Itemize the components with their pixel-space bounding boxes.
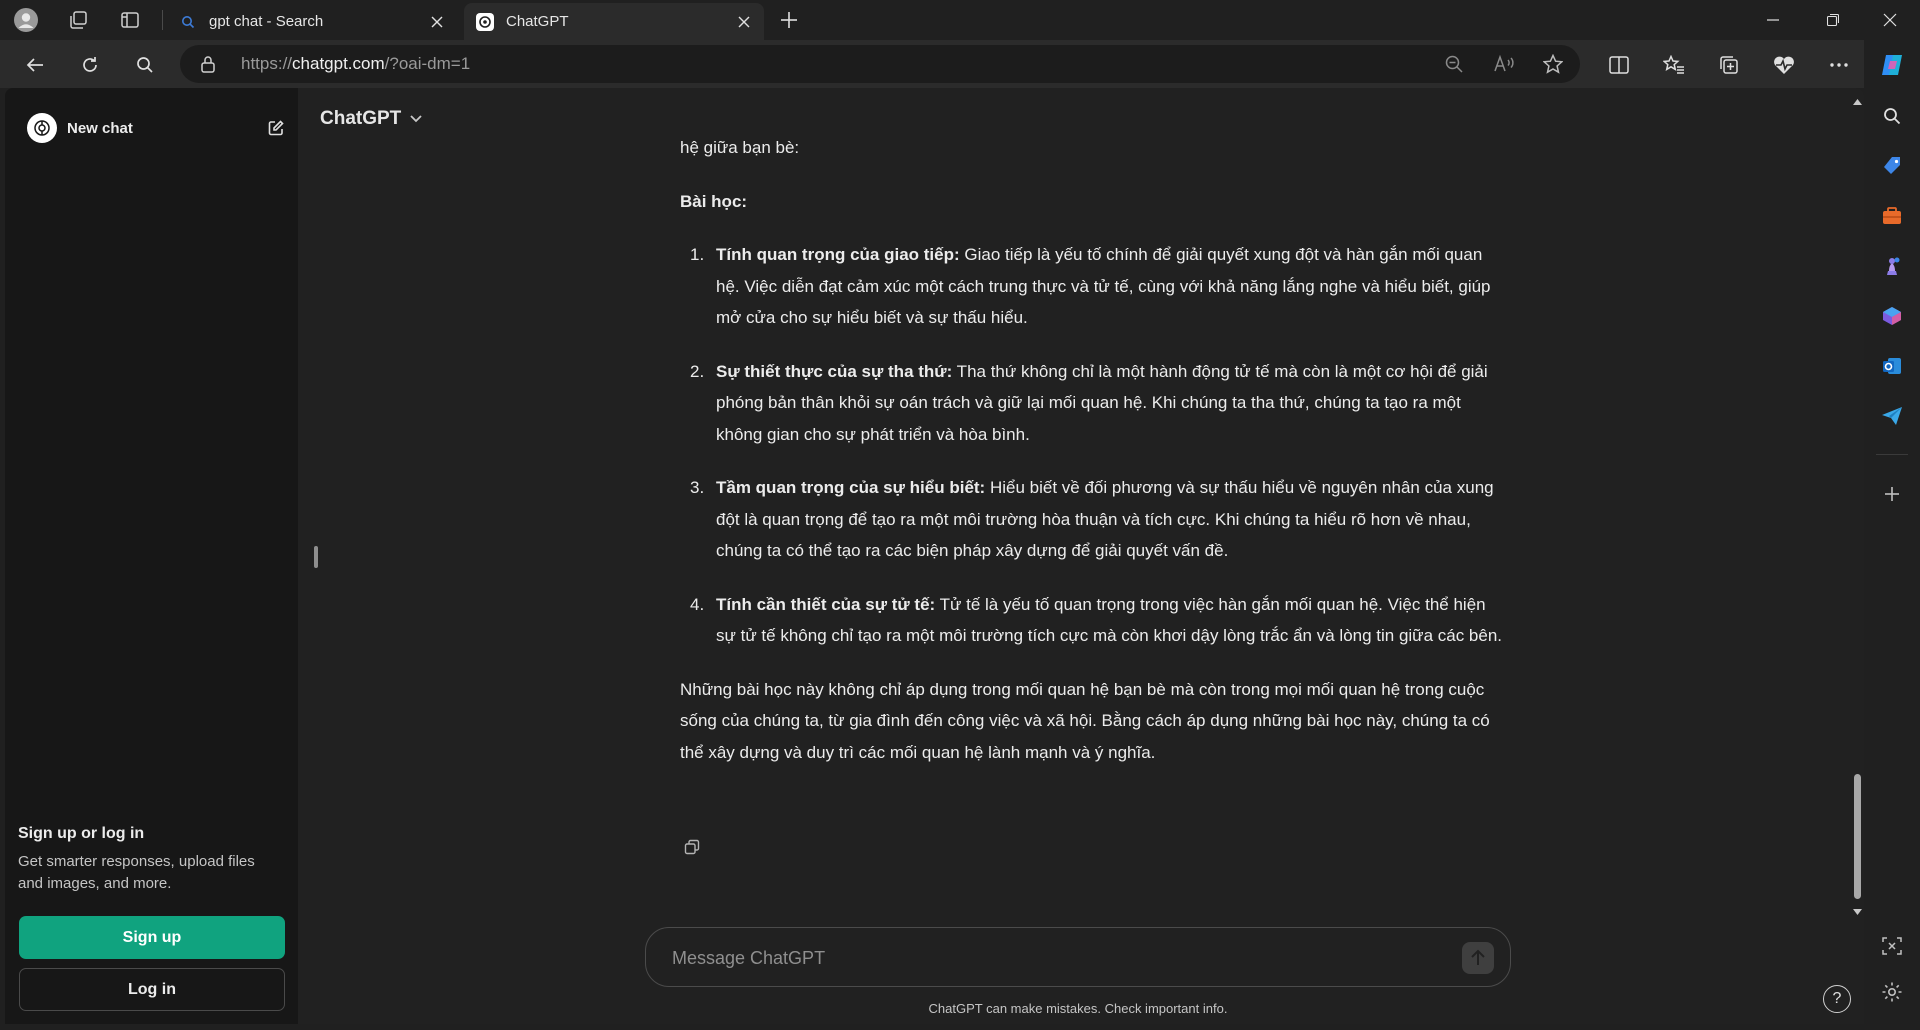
browser-essentials-icon[interactable] bbox=[1769, 50, 1799, 80]
screenshot-capture-icon[interactable] bbox=[1880, 934, 1904, 958]
chatgpt-page: New chat Sign up or log in Get smarter r… bbox=[5, 88, 1864, 1024]
message-conclusion: Những bài học này không chỉ áp dụng tron… bbox=[680, 679, 1490, 762]
url-text: https://chatgpt.com/?oai-dm=1 bbox=[241, 54, 471, 73]
list-item: 4. Tính cần thiết của sự tử tế: Tử tế là… bbox=[690, 594, 1503, 646]
vertical-tabs-icon[interactable] bbox=[118, 8, 142, 32]
sidebar-collapse-handle[interactable] bbox=[314, 546, 318, 568]
new-tab-plus-icon[interactable] bbox=[777, 8, 801, 32]
chat-sidebar: New chat Sign up or log in Get smarter r… bbox=[5, 88, 298, 1024]
new-chat-label: New chat bbox=[67, 119, 133, 137]
new-chat-button[interactable]: New chat bbox=[27, 108, 287, 148]
split-screen-icon[interactable] bbox=[1604, 50, 1634, 80]
compose-edit-icon[interactable] bbox=[265, 117, 287, 139]
search-icon bbox=[179, 13, 197, 31]
tab-label: gpt chat - Search bbox=[209, 13, 324, 30]
collections-icon[interactable] bbox=[1714, 50, 1744, 80]
outlook-icon[interactable] bbox=[1880, 354, 1904, 378]
more-options-icon[interactable] bbox=[1824, 50, 1854, 80]
copilot-icon[interactable] bbox=[1877, 50, 1907, 80]
assistant-message: ... ... ... ... ... ... hệ giữa bạn bè: … bbox=[680, 122, 1510, 790]
minimize-icon[interactable] bbox=[1745, 0, 1801, 40]
favorite-star-icon[interactable] bbox=[1542, 53, 1564, 75]
scroll-up-arrow-icon[interactable] bbox=[1853, 92, 1862, 110]
tools-briefcase-icon[interactable] bbox=[1880, 204, 1904, 228]
clipped-text-line: ... ... ... ... ... ... bbox=[680, 122, 789, 134]
help-question-icon[interactable]: ? bbox=[1823, 985, 1851, 1013]
log-in-button[interactable]: Log in bbox=[19, 968, 285, 1011]
profile-avatar-icon[interactable] bbox=[14, 8, 38, 32]
settings-gear-icon[interactable] bbox=[1880, 980, 1904, 1004]
list-item-title: Sự thiết thực của sự tha thứ: bbox=[716, 361, 953, 381]
back-arrow-icon[interactable] bbox=[20, 50, 50, 80]
sidebar-divider bbox=[1876, 454, 1908, 455]
favorites-icon[interactable] bbox=[1659, 50, 1689, 80]
model-label: ChatGPT bbox=[320, 108, 402, 129]
close-icon[interactable] bbox=[429, 14, 445, 30]
openai-logo-icon bbox=[476, 12, 494, 31]
list-item-title: Tầm quan trọng của sự hiểu biết: bbox=[716, 478, 986, 497]
tab-gpt-chat-search[interactable]: gpt chat - Search bbox=[167, 3, 457, 40]
list-item-title: Tính cần thiết của sự tử tế: bbox=[716, 594, 936, 614]
restore-icon[interactable] bbox=[1805, 0, 1861, 40]
scrollbar[interactable] bbox=[1850, 88, 1864, 920]
message-composer bbox=[645, 927, 1511, 987]
address-bar[interactable]: https://chatgpt.com/?oai-dm=1 bbox=[180, 45, 1580, 83]
sign-up-button[interactable]: Sign up bbox=[19, 916, 285, 959]
copy-icon[interactable] bbox=[682, 837, 702, 857]
close-icon[interactable] bbox=[736, 14, 752, 30]
tab-chatgpt[interactable]: ChatGPT bbox=[464, 3, 764, 40]
list-item: 2. Sự thiết thực của sự tha thứ: Tha thứ… bbox=[690, 361, 1488, 444]
search-icon[interactable] bbox=[130, 50, 160, 80]
browser-toolbar: https://chatgpt.com/?oai-dm=1 bbox=[0, 40, 1920, 88]
workspaces-icon[interactable] bbox=[66, 8, 90, 32]
browser-titlebar: gpt chat - Search ChatGPT bbox=[0, 0, 1920, 40]
message-intro-tail: hệ giữa bạn bè: bbox=[680, 138, 800, 157]
signup-prompt: Sign up or log in Get smarter responses,… bbox=[18, 825, 288, 895]
zoom-out-icon[interactable] bbox=[1443, 53, 1465, 75]
edge-sidebar bbox=[1864, 40, 1920, 1030]
signup-description: Get smarter responses, upload files and … bbox=[18, 853, 255, 892]
signup-title: Sign up or log in bbox=[18, 825, 145, 842]
list-item: 1. Tính quan trọng của giao tiếp: Giao t… bbox=[690, 245, 1491, 327]
tab-divider bbox=[162, 10, 163, 30]
refresh-icon[interactable] bbox=[75, 50, 105, 80]
send-button[interactable] bbox=[1462, 942, 1494, 974]
scrollbar-thumb[interactable] bbox=[1854, 774, 1861, 899]
add-plus-icon[interactable] bbox=[1880, 482, 1904, 506]
list-item-title: Tính quan trọng của giao tiếp: bbox=[716, 245, 960, 264]
shopping-tag-icon[interactable] bbox=[1880, 154, 1904, 178]
microsoft-365-icon[interactable] bbox=[1880, 304, 1904, 328]
games-chess-icon[interactable] bbox=[1880, 254, 1904, 278]
disclaimer-text: ChatGPT can make mistakes. Check importa… bbox=[928, 1001, 1228, 1016]
message-heading: Bài học: bbox=[680, 191, 748, 211]
sidebar-search-icon[interactable] bbox=[1880, 104, 1904, 128]
message-input[interactable] bbox=[672, 944, 1432, 972]
lessons-list: 1. Tính quan trọng của giao tiếp: Giao t… bbox=[680, 239, 1510, 652]
openai-logo-icon bbox=[27, 113, 57, 143]
list-item: 3. Tầm quan trọng của sự hiểu biết: Hiểu… bbox=[690, 478, 1494, 560]
scroll-down-arrow-icon[interactable] bbox=[1853, 902, 1862, 920]
model-selector[interactable]: ChatGPT bbox=[320, 108, 423, 130]
tab-label: ChatGPT bbox=[506, 13, 569, 30]
send-telegram-icon[interactable] bbox=[1880, 404, 1904, 428]
window-close-icon[interactable] bbox=[1862, 0, 1918, 40]
chevron-down-icon bbox=[409, 114, 423, 124]
read-aloud-icon[interactable] bbox=[1493, 53, 1515, 75]
lock-icon[interactable] bbox=[200, 55, 216, 78]
